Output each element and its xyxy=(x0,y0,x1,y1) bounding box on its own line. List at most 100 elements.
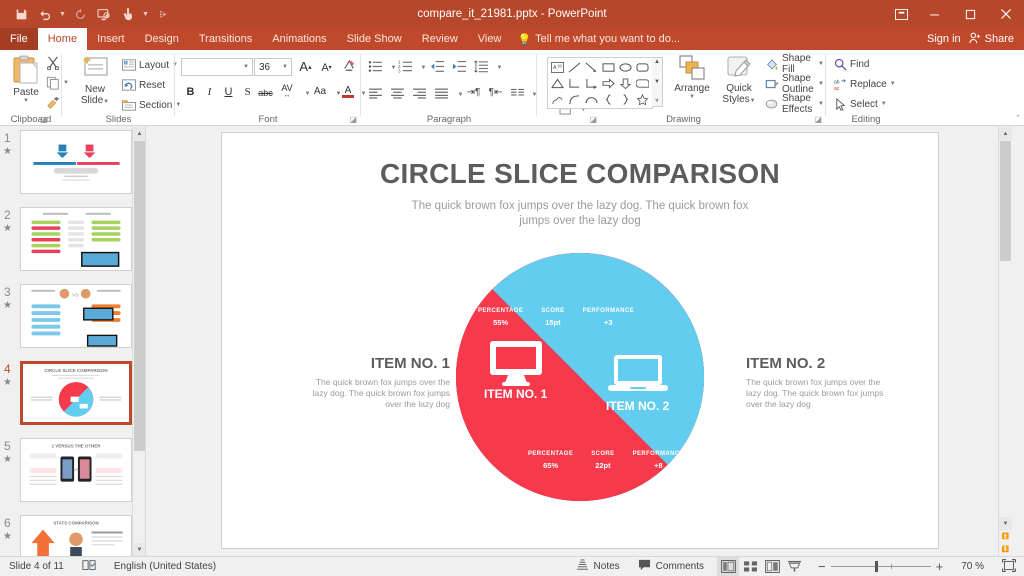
font-size-input[interactable]: 36 ▼ xyxy=(254,58,292,76)
tab-slide-show[interactable]: Slide Show xyxy=(337,28,412,50)
text-direction-rtl-button[interactable]: ¶⇤ xyxy=(487,84,504,100)
maximize-button[interactable] xyxy=(952,0,988,28)
font-color-button[interactable]: A xyxy=(341,83,355,100)
shape-triangle[interactable] xyxy=(549,75,566,91)
close-button[interactable] xyxy=(988,0,1024,28)
clipboard-dialog-launcher[interactable]: ◪ xyxy=(40,115,48,124)
drawing-dialog-launcher[interactable]: ◪ xyxy=(814,115,822,124)
thumbnail-slide-6[interactable]: 6 ★ STATS COMPARISON xyxy=(0,512,145,556)
thumbnail-image-selected[interactable]: CIRCLE SLICE COMPARISON xyxy=(20,361,132,425)
arrange-dropdown-icon[interactable]: ▼ xyxy=(689,94,695,100)
redo-icon[interactable] xyxy=(69,3,91,25)
tab-home[interactable]: Home xyxy=(38,28,87,50)
shape-elbow-arrow[interactable] xyxy=(583,75,600,91)
minimize-button[interactable] xyxy=(916,0,952,28)
undo-dropdown-icon[interactable]: ▼ xyxy=(58,11,67,18)
scroll-up-icon[interactable]: ▲ xyxy=(999,127,1012,140)
thumbnail-slide-4[interactable]: 4 ★ CIRCLE SLICE COMPARISON xyxy=(0,358,145,435)
shape-down-arrow[interactable] xyxy=(617,75,634,91)
columns-button[interactable] xyxy=(509,85,526,101)
shape-freeform[interactable] xyxy=(549,91,566,107)
format-painter-button[interactable] xyxy=(44,94,62,112)
shape-effects-button[interactable]: Shape Effects ▼ xyxy=(763,95,826,113)
thumbnail-scrollbar[interactable]: ▲ ▼ xyxy=(132,127,145,556)
undo-icon[interactable] xyxy=(34,3,56,25)
shape-curve[interactable] xyxy=(566,91,583,107)
notes-button[interactable]: Notes xyxy=(567,557,629,576)
select-dropdown-icon[interactable]: ▼ xyxy=(881,101,887,107)
comments-button[interactable]: Comments xyxy=(629,557,713,576)
shape-outline-dropdown-icon[interactable]: ▼ xyxy=(818,81,824,87)
zoom-out-button[interactable]: − xyxy=(818,559,826,574)
slide-vertical-scrollbar[interactable]: ▲ ▼ ⏫ ⏬ xyxy=(998,127,1011,556)
shapes-gallery[interactable]: A xyxy=(547,57,653,109)
reset-button[interactable]: Reset xyxy=(120,76,167,94)
tab-insert[interactable]: Insert xyxy=(87,28,135,50)
align-right-button[interactable] xyxy=(411,85,428,101)
slide-canvas[interactable]: CIRCLE SLICE COMPARISON The quick brown … xyxy=(222,133,938,548)
shape-fill-button[interactable]: Shape Fill ▼ xyxy=(763,55,826,73)
shape-rectangle[interactable] xyxy=(600,59,617,75)
thumbnail-slide-2[interactable]: 2 ★ xyxy=(0,204,145,281)
tell-me-search[interactable]: 💡 Tell me what you want to do... xyxy=(511,28,680,50)
change-case-button[interactable]: Aa xyxy=(309,83,331,100)
character-spacing-button[interactable]: AV↔ xyxy=(276,83,298,100)
tab-file[interactable]: File xyxy=(0,28,38,50)
shape-star[interactable] xyxy=(634,91,651,107)
scroll-down-icon[interactable]: ▼ xyxy=(999,517,1012,530)
reading-view-button[interactable] xyxy=(761,557,783,576)
slide-thumbnail-pane[interactable]: 1 ★ 2 ★ xyxy=(0,127,146,556)
sign-in-button[interactable]: Sign in xyxy=(927,33,961,45)
thumbnail-image[interactable] xyxy=(20,130,132,194)
replace-dropdown-icon[interactable]: ▼ xyxy=(890,81,896,87)
align-left-button[interactable] xyxy=(367,85,384,101)
shape-right-brace[interactable] xyxy=(617,91,634,107)
circle-slice-diagram[interactable]: PERCENTAGE 55% SCORE 15pt PERFORMANCE +3 xyxy=(456,253,704,501)
thumbnail-slide-5[interactable]: 5 ★ 1 VERSUS THE OTHER VS xyxy=(0,435,145,512)
tab-animations[interactable]: Animations xyxy=(262,28,336,50)
gallery-scroll-up-icon[interactable]: ▲ xyxy=(654,59,660,65)
font-dialog-launcher[interactable]: ◪ xyxy=(349,115,357,124)
shape-textbox[interactable]: A xyxy=(549,59,566,75)
slide-sorter-view-button[interactable] xyxy=(739,557,761,576)
line-spacing-button[interactable] xyxy=(473,58,490,74)
tab-view[interactable]: View xyxy=(468,28,512,50)
increase-indent-button[interactable] xyxy=(451,58,468,74)
zoom-in-button[interactable]: + xyxy=(936,559,944,574)
thumbnail-image[interactable]: VS xyxy=(20,284,132,348)
collapse-ribbon-icon[interactable]: ⌃ xyxy=(1015,114,1021,122)
spell-check-button[interactable] xyxy=(73,557,105,576)
find-button[interactable]: Find xyxy=(832,55,871,73)
thumbnail-scroll-up-icon[interactable]: ▲ xyxy=(133,127,146,140)
gallery-more-icon[interactable]: ⩔ xyxy=(655,98,658,105)
fit-slide-to-window-button[interactable] xyxy=(993,557,1024,576)
zoom-track[interactable] xyxy=(831,566,931,567)
shape-fill-dropdown-icon[interactable]: ▼ xyxy=(818,61,824,67)
save-icon[interactable] xyxy=(10,3,32,25)
decrease-font-size-button[interactable]: A▾ xyxy=(318,59,335,76)
increase-font-size-button[interactable]: A▴ xyxy=(297,58,314,75)
shape-effects-dropdown-icon[interactable]: ▼ xyxy=(818,101,824,107)
shape-ellipse[interactable] xyxy=(617,59,634,75)
clear-formatting-button[interactable] xyxy=(340,58,357,75)
justify-button[interactable] xyxy=(433,85,450,101)
font-size-dropdown-icon[interactable]: ▼ xyxy=(282,64,291,70)
start-presentation-icon[interactable] xyxy=(93,3,115,25)
font-name-input[interactable]: ▼ xyxy=(181,58,253,76)
slide-counter[interactable]: Slide 4 of 11 xyxy=(0,557,73,576)
paste-dropdown-icon[interactable]: ▼ xyxy=(23,98,29,104)
bold-button[interactable]: B xyxy=(182,83,199,100)
shape-outline-button[interactable]: Shape Outline ▼ xyxy=(763,75,826,93)
touch-mode-icon[interactable] xyxy=(117,3,139,25)
previous-slide-icon[interactable]: ⏫ xyxy=(999,530,1012,543)
next-slide-icon[interactable]: ⏬ xyxy=(999,543,1012,556)
thumbnail-image[interactable]: STATS COMPARISON xyxy=(20,515,132,556)
zoom-handle[interactable] xyxy=(875,561,878,572)
tab-review[interactable]: Review xyxy=(412,28,468,50)
slide-show-button[interactable] xyxy=(783,557,805,576)
slide-title[interactable]: CIRCLE SLICE COMPARISON xyxy=(222,158,938,190)
share-button[interactable]: Share xyxy=(969,32,1020,47)
text-direction-ltr-button[interactable]: ⇥¶ xyxy=(465,84,482,100)
italic-button[interactable]: I xyxy=(201,83,218,100)
language-indicator[interactable]: English (United States) xyxy=(105,557,225,576)
